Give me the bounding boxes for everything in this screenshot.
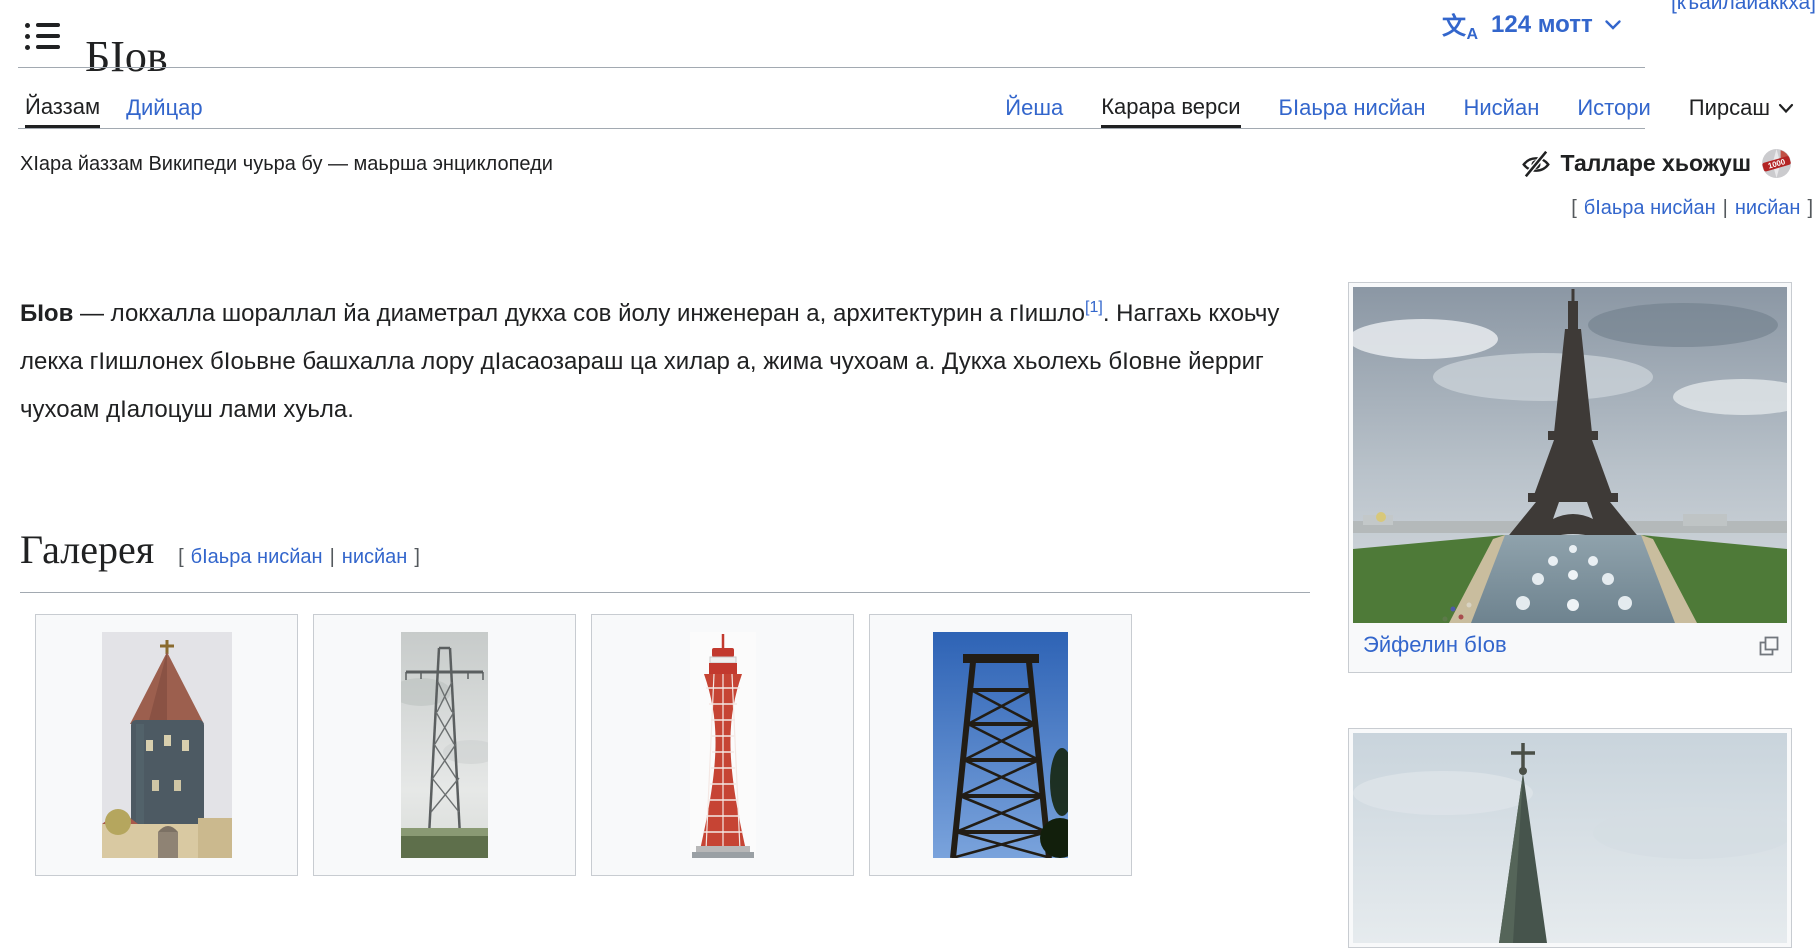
list-1000-badge-icon[interactable]: 1000 [1761,148,1792,179]
red-port-tower-photo [690,632,756,858]
lead-paragraph: БIов — локхалла шораллал йа диаметрал ду… [20,290,1302,434]
tab-read[interactable]: Йеша [1005,88,1063,128]
gallery-item[interactable] [869,614,1132,876]
church-spire-photo[interactable] [1353,733,1787,943]
chevron-down-icon [1604,19,1622,31]
tab-talk[interactable]: Дийцар [126,88,203,128]
toc-button[interactable] [20,16,64,56]
lead-term: БIов [20,300,73,327]
page-title: БIов [85,31,168,83]
source-edit-link[interactable]: нисйан [342,546,408,569]
image-gallery [35,614,1132,876]
site-tagline: ХIара йаззам Википеди чуьра бу — маьрша … [20,153,553,176]
tab-tools-dropdown[interactable]: Пирсаш [1689,88,1794,128]
namespace-tabs: Йаззам Дийцар [25,88,203,128]
tab-article[interactable]: Йаззам [25,88,100,128]
stone-tower-photo [102,632,232,858]
enlarge-icon[interactable] [1759,636,1779,656]
gallery-edit-links: [ бIаьра нисйан | нисйан ] [178,546,420,569]
source-edit-link[interactable]: нисйан [1735,197,1801,220]
wikipedia-article-page: { "header": { "title": "БIов", "hide_lin… [0,0,1820,908]
second-thumb-church-spire [1348,728,1792,948]
pending-review-indicator[interactable]: Талларе хьожуш 1000 [1521,148,1792,179]
infobox-caption-link[interactable]: Эйфелин бIов [1363,632,1507,658]
language-count-label: 124 мотт [1491,11,1593,39]
lattice-pylon-photo [401,632,488,858]
flagged-rev-edit-links: [ бIаьра нисйан | нисйан ] [1571,197,1813,220]
tabs-divider [18,128,1645,129]
language-icon: 文A [1442,8,1480,42]
reference-1-link[interactable]: [1] [1085,299,1103,316]
review-status-label: Талларе хьожуш [1561,150,1751,177]
tab-current-version[interactable]: Карара верси [1101,88,1240,128]
gallery-item[interactable] [591,614,854,876]
eye-slash-icon [1521,149,1551,179]
infobox-eiffel-thumb: Эйфелин бIов [1348,282,1792,673]
hide-banner-link[interactable]: [къайлайаккха] [1671,0,1816,15]
observation-tower-photo [933,632,1068,858]
header-divider [18,67,1645,68]
language-selector-button[interactable]: 文A 124 мотт [1442,8,1622,42]
view-tabs: Йеша Карара верси БIаьра нисйан Нисйан И… [840,88,1794,128]
gallery-item[interactable] [35,614,298,876]
eiffel-tower-photo[interactable] [1353,287,1787,623]
tab-edit-source[interactable]: Нисйан [1464,88,1540,128]
tab-visual-edit[interactable]: БIаьра нисйан [1279,88,1426,128]
gallery-heading: Галерея [20,526,154,574]
visual-edit-link[interactable]: бIаьра нисйан [1584,197,1716,220]
gallery-section-heading: Галерея [ бIаьра нисйан | нисйан ] [20,526,1310,593]
list-bullet-icon [25,23,60,50]
gallery-item[interactable] [313,614,576,876]
tab-history[interactable]: Истори [1577,88,1650,128]
chevron-down-icon [1778,103,1794,114]
visual-edit-link[interactable]: бIаьра нисйан [191,546,323,569]
